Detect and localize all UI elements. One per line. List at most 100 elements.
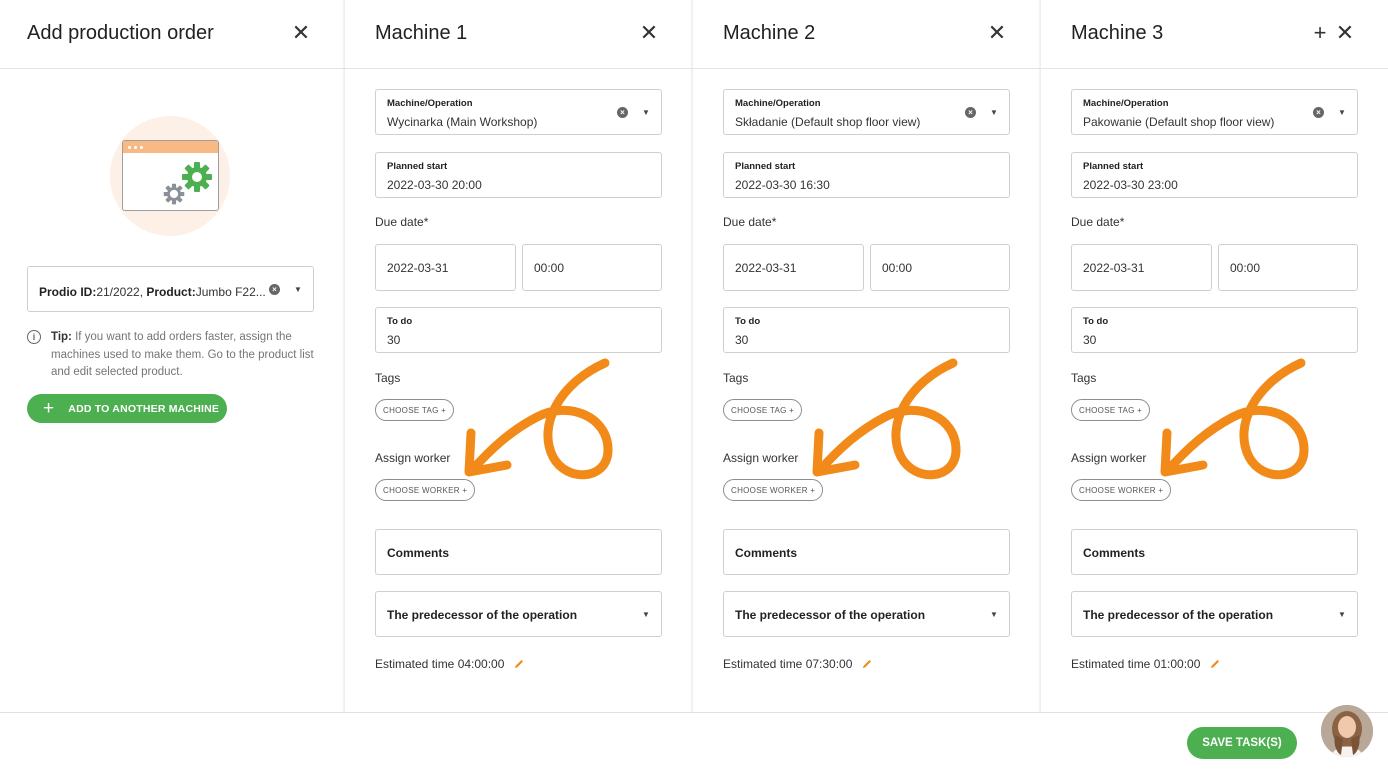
add-to-another-machine-button[interactable]: + ADD TO ANOTHER MACHINE <box>27 394 227 423</box>
choose-tag-button[interactable]: CHOOSE TAG + <box>723 399 803 421</box>
choose-worker-button[interactable]: CHOOSE WORKER + <box>375 479 476 501</box>
field-label: Planned start <box>1083 161 1144 172</box>
order-select[interactable]: Prodio ID:21/2022, Product:Jumbo F22... … <box>27 266 314 312</box>
caret-down-icon[interactable]: ▼ <box>990 108 998 117</box>
predecessor-select[interactable]: The predecessor of the operation ▼ <box>723 591 1010 637</box>
gear-icon <box>163 183 185 205</box>
field-label: Comments <box>387 546 450 560</box>
choose-tag-button[interactable]: CHOOSE TAG + <box>375 399 455 421</box>
machine-panel-1: Machine 1 ✕ Machine/Operation Wycinarka … <box>342 0 692 712</box>
machine-operation-select[interactable]: Machine/Operation Składanie (Default sho… <box>723 89 1010 135</box>
field-label: Planned start <box>735 161 796 172</box>
field-label: To do <box>387 316 413 327</box>
panel-title: Machine 2 <box>723 22 816 44</box>
caret-down-icon[interactable]: ▼ <box>642 108 650 117</box>
machine-operation-select[interactable]: Machine/Operation Pakowanie (Default sho… <box>1071 89 1358 135</box>
field-value: 00:00 <box>534 261 565 275</box>
field-label: Machine/Operation <box>1083 98 1169 109</box>
field-value: 2022-03-31 <box>387 261 449 275</box>
due-date-label: Due date* <box>723 215 777 229</box>
field-label: The predecessor of the operation <box>735 608 926 622</box>
field-value: Wycinarka (Main Workshop) <box>387 115 538 129</box>
plus-icon: + <box>43 398 55 419</box>
tip: i Tip: If you want to add orders faster,… <box>27 329 317 382</box>
planned-start-field[interactable]: Planned start 2022-03-30 16:30 <box>723 152 1010 198</box>
clear-icon[interactable]: × <box>617 107 628 118</box>
field-label: The predecessor of the operation <box>387 608 578 622</box>
edit-pencil-icon[interactable] <box>1209 658 1221 670</box>
field-label: To do <box>1083 316 1109 327</box>
choose-worker-button[interactable]: CHOOSE WORKER + <box>723 479 824 501</box>
field-value: 30 <box>735 333 749 347</box>
due-time-field[interactable]: 00:00 <box>870 244 1010 291</box>
field-label: Comments <box>1083 546 1146 560</box>
user-avatar-image <box>1321 705 1373 757</box>
field-value: Pakowanie (Default shop floor view) <box>1083 115 1275 129</box>
due-date-field[interactable]: 2022-03-31 <box>1071 244 1212 291</box>
field-label: The predecessor of the operation <box>1083 608 1274 622</box>
field-value: 2022-03-31 <box>1083 261 1145 275</box>
due-date-label: Due date* <box>1071 215 1125 229</box>
add-order-panel: Add production order ✕ Prodio ID:21/2022… <box>0 0 345 712</box>
clear-icon[interactable]: × <box>965 107 976 118</box>
comments-field[interactable]: Comments <box>375 529 662 575</box>
due-date-field[interactable]: 2022-03-31 <box>375 244 516 291</box>
app-root: Add production order ✕ Prodio ID:21/2022… <box>0 0 1388 781</box>
clear-icon[interactable]: × <box>1313 107 1324 118</box>
predecessor-select[interactable]: The predecessor of the operation ▼ <box>1071 591 1358 637</box>
planned-start-field[interactable]: Planned start 2022-03-30 23:00 <box>1071 152 1358 198</box>
estimated-time-text: Estimated time 04:00:00 <box>375 657 505 671</box>
caret-down-icon[interactable]: ▼ <box>1338 108 1346 117</box>
caret-down-icon[interactable]: ▼ <box>294 285 302 294</box>
machine-panel-2: Machine 2 ✕ Machine/Operation Składanie … <box>690 0 1040 712</box>
field-label: Planned start <box>387 161 448 172</box>
assign-worker-label: Assign worker <box>723 451 799 465</box>
planned-start-field[interactable]: Planned start 2022-03-30 20:00 <box>375 152 662 198</box>
field-value: 2022-03-31 <box>735 261 797 275</box>
choose-worker-button[interactable]: CHOOSE WORKER + <box>1071 479 1172 501</box>
field-label: To do <box>735 316 761 327</box>
predecessor-select[interactable]: The predecessor of the operation ▼ <box>375 591 662 637</box>
tip-text: Tip: If you want to add orders faster, a… <box>51 331 314 378</box>
due-time-field[interactable]: 00:00 <box>1218 244 1358 291</box>
estimated-time: Estimated time 04:00:00 <box>375 657 525 671</box>
comments-field[interactable]: Comments <box>1071 529 1358 575</box>
plus-icon[interactable]: + <box>1308 21 1332 45</box>
estimated-time: Estimated time 01:00:00 <box>1071 657 1221 671</box>
panel-header: Add production order ✕ <box>0 0 345 69</box>
due-date-field[interactable]: 2022-03-31 <box>723 244 864 291</box>
footer: SAVE TASK(S) <box>0 705 1388 781</box>
to-do-field[interactable]: To do 30 <box>723 307 1010 353</box>
field-value: 30 <box>1083 333 1097 347</box>
annotation-arrow <box>812 358 961 480</box>
field-label: Machine/Operation <box>735 98 821 109</box>
caret-down-icon[interactable]: ▼ <box>990 610 998 619</box>
to-do-field[interactable]: To do 30 <box>375 307 662 353</box>
add-button-label: ADD TO ANOTHER MACHINE <box>68 402 220 415</box>
annotation-arrow <box>464 358 613 480</box>
choose-tag-button[interactable]: CHOOSE TAG + <box>1071 399 1151 421</box>
info-icon: i <box>27 330 41 344</box>
avatar[interactable] <box>1321 705 1373 757</box>
due-time-field[interactable]: 00:00 <box>522 244 662 291</box>
panel-header: Machine 2 ✕ <box>693 0 1040 69</box>
machine-operation-select[interactable]: Machine/Operation Wycinarka (Main Worksh… <box>375 89 662 135</box>
close-icon[interactable]: ✕ <box>289 21 313 45</box>
assign-worker-label: Assign worker <box>375 451 451 465</box>
panel-title: Machine 3 <box>1071 22 1164 44</box>
to-do-field[interactable]: To do 30 <box>1071 307 1358 353</box>
panel-title: Machine 1 <box>375 22 468 44</box>
save-tasks-button[interactable]: SAVE TASK(S) <box>1187 727 1297 759</box>
edit-pencil-icon[interactable] <box>513 658 525 670</box>
caret-down-icon[interactable]: ▼ <box>642 610 650 619</box>
edit-pencil-icon[interactable] <box>861 658 873 670</box>
clear-icon[interactable]: × <box>269 284 280 295</box>
close-icon[interactable]: ✕ <box>637 21 661 45</box>
caret-down-icon[interactable]: ▼ <box>1338 610 1346 619</box>
machine-panel-3: Machine 3 + ✕ Machine/Operation Pakowani… <box>1038 0 1388 712</box>
close-icon[interactable]: ✕ <box>1333 21 1357 45</box>
field-value: 2022-03-30 20:00 <box>387 178 482 192</box>
comments-field[interactable]: Comments <box>723 529 1010 575</box>
field-value: 2022-03-30 23:00 <box>1083 178 1178 192</box>
close-icon[interactable]: ✕ <box>985 21 1009 45</box>
